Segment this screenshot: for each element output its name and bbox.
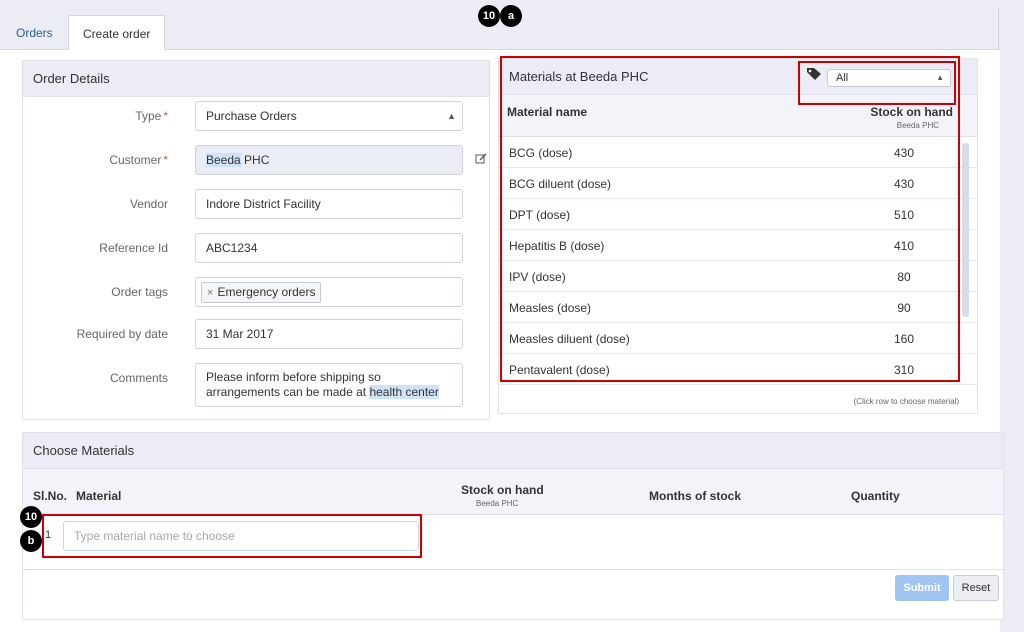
choose-materials-panel: Choose Materials Sl.No. Material Stock o… bbox=[22, 432, 1004, 620]
annotation-badge-number: 10 bbox=[478, 5, 500, 27]
col-stock: Stock on hand bbox=[461, 483, 544, 497]
reference-label: Reference Id bbox=[99, 241, 168, 255]
vendor-field[interactable]: Indore District Facility bbox=[195, 189, 463, 219]
col-stock-sub: Beeda PHC bbox=[896, 121, 939, 130]
materials-list: BCG (dose) 430 BCG diluent (dose) 430 DPT … bbox=[499, 137, 977, 385]
annotation-badge-letter: b bbox=[20, 530, 42, 552]
materials-at-panel: Materials at Beeda PHC All ▲ Material na… bbox=[498, 58, 978, 414]
choose-materials-title: Choose Materials bbox=[23, 433, 1003, 469]
material-row[interactable]: Hepatitis B (dose) 410 bbox=[499, 230, 977, 261]
customer-field[interactable]: Beeda PHC bbox=[195, 145, 463, 175]
order-details-title: Order Details bbox=[23, 61, 489, 97]
col-slno: Sl.No. bbox=[33, 489, 68, 503]
comments-textarea[interactable]: Please inform before shipping so arrange… bbox=[195, 363, 463, 407]
divider bbox=[23, 569, 1003, 570]
tag-chip: × Emergency orders bbox=[201, 282, 322, 303]
comments-label: Comments bbox=[109, 371, 168, 385]
select-arrow-icon: ▲ bbox=[447, 111, 456, 121]
material-row[interactable]: BCG (dose) 430 bbox=[499, 137, 977, 168]
submit-button[interactable]: Submit bbox=[895, 575, 949, 601]
select-arrow-icon: ▲ bbox=[936, 73, 944, 82]
customer-label: Customer * bbox=[109, 153, 168, 167]
choose-materials-header: Sl.No. Material Stock on hand Beeda PHC … bbox=[23, 469, 1003, 515]
edit-icon[interactable] bbox=[475, 153, 487, 165]
type-label: Type * bbox=[135, 109, 168, 123]
col-quantity: Quantity bbox=[851, 489, 900, 503]
reference-field[interactable]: ABC1234 bbox=[195, 233, 463, 263]
tags-label: Order tags bbox=[111, 285, 168, 299]
col-stock-on-hand: Stock on hand bbox=[870, 105, 953, 119]
material-row[interactable]: Measles diluent (dose) 160 bbox=[499, 323, 977, 354]
vendor-label: Vendor bbox=[129, 197, 168, 211]
col-material-name: Material name bbox=[507, 105, 588, 119]
col-months-of-stock: Months of stock bbox=[649, 489, 741, 503]
material-row[interactable]: IPV (dose) 80 bbox=[499, 261, 977, 292]
col-material: Material bbox=[76, 489, 122, 503]
annotation-badge-letter: a bbox=[500, 5, 522, 27]
tags-field[interactable]: × Emergency orders bbox=[195, 277, 463, 307]
order-details-panel: Order Details Type * Purchase Orders ▲ Cu… bbox=[22, 60, 490, 420]
col-stock-sub: Beeda PHC bbox=[476, 499, 519, 508]
required-date-label: Required by date bbox=[76, 327, 168, 341]
tag-icon bbox=[807, 68, 821, 80]
material-row[interactable]: DPT (dose) 510 bbox=[499, 199, 977, 230]
required-date-field[interactable]: 31 Mar 2017 bbox=[195, 319, 463, 349]
materials-table-header: Material name Stock on hand Beeda PHC bbox=[499, 95, 977, 137]
material-row[interactable]: Measles (dose) 90 bbox=[499, 292, 977, 323]
type-select[interactable]: Purchase Orders ▲ bbox=[195, 101, 463, 131]
tab-create-order[interactable]: Create order bbox=[68, 15, 166, 51]
remove-tag-icon[interactable]: × bbox=[207, 287, 213, 299]
annotation-badge-number: 10 bbox=[20, 506, 42, 528]
materials-scrollbar[interactable] bbox=[962, 143, 969, 317]
material-row[interactable]: BCG diluent (dose) 430 bbox=[499, 168, 977, 199]
reset-button[interactable]: Reset bbox=[953, 575, 999, 601]
tab-orders[interactable]: Orders bbox=[2, 15, 67, 51]
material-row[interactable]: Pentavalent (dose) 310 bbox=[499, 354, 977, 385]
main-content: Order Details Type * Purchase Orders ▲ Cu… bbox=[0, 50, 1004, 632]
material-filter-select[interactable]: All ▲ bbox=[827, 69, 951, 87]
click-row-hint: (Click row to choose material) bbox=[853, 397, 959, 406]
material-search-input[interactable] bbox=[63, 521, 419, 551]
row-number: 1 bbox=[45, 529, 52, 541]
